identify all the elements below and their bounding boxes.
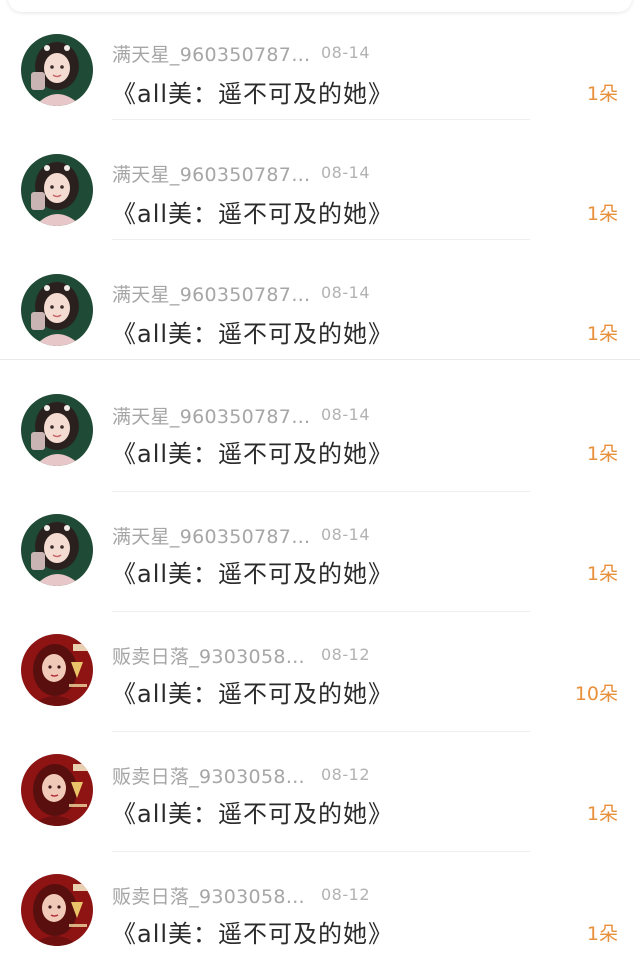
list-item[interactable]: 贩卖日落_9303058… 08-12 《all美：遥不可及的她》 1朵 [0, 852, 640, 972]
book-title: 《all美：遥不可及的她》 [112, 200, 394, 228]
list-item[interactable]: 满天星_960350787… 08-14 《all美：遥不可及的她》 1朵 [0, 240, 640, 360]
avatar[interactable] [21, 754, 93, 826]
avatar[interactable] [21, 274, 93, 346]
username[interactable]: 贩卖日落_9303058… [112, 882, 305, 909]
list-item[interactable]: 满天星_960350787… 08-14 《all美：遥不可及的她》 1朵 [0, 372, 640, 492]
flower-count: 1朵 [586, 923, 618, 945]
date-label: 08-12 [321, 765, 370, 784]
book-title: 《all美：遥不可及的她》 [112, 440, 394, 468]
flower-count: 1朵 [586, 83, 618, 105]
date-label: 08-14 [321, 283, 370, 302]
book-title: 《all美：遥不可及的她》 [112, 560, 394, 588]
book-title: 《all美：遥不可及的她》 [112, 80, 394, 108]
list-item[interactable]: 满天星_960350787… 08-14 《all美：遥不可及的她》 1朵 [0, 120, 640, 240]
flower-count: 10朵 [574, 683, 618, 705]
date-label: 08-14 [321, 163, 370, 182]
username[interactable]: 贩卖日落_9303058… [112, 762, 305, 789]
book-title: 《all美：遥不可及的她》 [112, 320, 394, 348]
divider [0, 359, 640, 360]
flower-count: 1朵 [586, 563, 618, 585]
list-item[interactable]: 满天星_960350787… 08-14 《all美：遥不可及的她》 1朵 [0, 0, 640, 120]
username[interactable]: 满天星_960350787… [112, 40, 310, 67]
username[interactable]: 满天星_960350787… [112, 522, 310, 549]
date-label: 08-12 [321, 645, 370, 664]
list-item[interactable]: 贩卖日落_9303058… 08-12 《all美：遥不可及的她》 1朵 [0, 732, 640, 852]
date-label: 08-14 [321, 43, 370, 62]
username[interactable]: 满天星_960350787… [112, 402, 310, 429]
flower-count: 1朵 [586, 203, 618, 225]
avatar[interactable] [21, 514, 93, 586]
list-item[interactable]: 满天星_960350787… 08-14 《all美：遥不可及的她》 1朵 [0, 492, 640, 612]
avatar[interactable] [21, 634, 93, 706]
date-label: 08-14 [321, 525, 370, 544]
date-label: 08-12 [321, 885, 370, 904]
username[interactable]: 贩卖日落_9303058… [112, 642, 305, 669]
avatar[interactable] [21, 154, 93, 226]
date-label: 08-14 [321, 405, 370, 424]
flower-count: 1朵 [586, 323, 618, 345]
avatar[interactable] [21, 34, 93, 106]
book-title: 《all美：遥不可及的她》 [112, 680, 394, 708]
gift-record-list: 满天星_960350787… 08-14 《all美：遥不可及的她》 1朵 满天… [0, 0, 640, 970]
flower-count: 1朵 [586, 443, 618, 465]
list-item[interactable]: 贩卖日落_9303058… 08-12 《all美：遥不可及的她》 10朵 [0, 612, 640, 732]
avatar[interactable] [21, 394, 93, 466]
book-title: 《all美：遥不可及的她》 [112, 800, 394, 828]
username[interactable]: 满天星_960350787… [112, 160, 310, 187]
book-title: 《all美：遥不可及的她》 [112, 920, 394, 948]
username[interactable]: 满天星_960350787… [112, 280, 310, 307]
avatar[interactable] [21, 874, 93, 946]
flower-count: 1朵 [586, 803, 618, 825]
